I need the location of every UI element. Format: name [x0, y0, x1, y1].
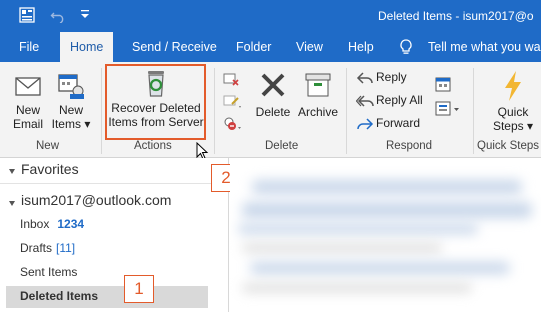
pane-divider: [0, 183, 229, 184]
new-items-button[interactable]: New Items ▾: [51, 72, 91, 131]
blurred-content: [250, 262, 510, 274]
blurred-content: [242, 244, 442, 252]
tab-home[interactable]: Home: [60, 32, 114, 62]
title-bar: Deleted Items - isum2017@o: [0, 0, 541, 32]
junk-icon[interactable]: [222, 114, 242, 135]
reply-all-button[interactable]: Reply All: [355, 90, 423, 110]
customize-toolbar-icon[interactable]: [80, 9, 90, 24]
quick-steps-label-1: Quick: [497, 105, 529, 119]
new-items-label-1: New: [58, 103, 83, 117]
group-label-delete: Delete: [265, 140, 299, 152]
collapse-arrow-icon[interactable]: [8, 197, 16, 211]
new-items-label-2: Items ▾: [51, 117, 91, 131]
blurred-content: [252, 180, 522, 194]
outlook-app-icon: [19, 7, 35, 26]
recover-highlight-box: [105, 64, 206, 140]
new-email-label-2: Email: [12, 117, 43, 131]
group-label-respond: Respond: [386, 140, 433, 152]
quick-steps-label-2: Steps ▾: [492, 119, 534, 133]
folder-drafts-label: Drafts: [20, 241, 53, 255]
new-email-icon: [14, 77, 42, 103]
tab-help[interactable]: Help: [348, 32, 374, 62]
tab-send-receive[interactable]: Send / Receive: [132, 32, 217, 62]
tab-folder[interactable]: Folder: [236, 32, 271, 62]
new-email-button[interactable]: New Email: [10, 72, 46, 131]
forward-arrow-icon: [357, 118, 374, 130]
delete-label: Delete: [255, 105, 291, 119]
lightbulb-icon: [399, 39, 413, 59]
group-separator: [473, 68, 474, 154]
folder-drafts[interactable]: Drafts [11]: [20, 241, 75, 255]
ribbon: New Email New Items ▾ New Recover Delete…: [0, 62, 541, 160]
tab-file[interactable]: File: [19, 32, 39, 62]
group-label-actions: Actions: [134, 140, 172, 152]
group-separator: [214, 68, 215, 154]
window-title: Deleted Items - isum2017@o: [378, 9, 534, 23]
clean-up-icon[interactable]: [222, 92, 242, 113]
reply-button[interactable]: Reply: [356, 67, 407, 87]
group-separator: [101, 68, 102, 154]
message-list-blurred: [230, 158, 541, 312]
archive-button[interactable]: Archive: [296, 70, 340, 119]
delete-x-icon: [258, 73, 288, 103]
step-callout-1: 1: [124, 275, 154, 303]
account-header[interactable]: isum2017@outlook.com: [21, 192, 171, 208]
unread-count: 1234: [57, 217, 85, 231]
forward-label: Forward: [376, 116, 421, 130]
ignore-icon[interactable]: [222, 70, 240, 91]
folder-pane: Favorites isum2017@outlook.com Inbox 1234…: [0, 158, 229, 312]
draft-count: [11]: [56, 241, 76, 255]
group-label-quick-steps: Quick Steps: [477, 140, 539, 152]
undo-icon[interactable]: [50, 7, 66, 26]
blurred-content: [242, 284, 472, 292]
tell-me-search[interactable]: Tell me what you wan: [428, 32, 541, 62]
tab-view[interactable]: View: [296, 32, 323, 62]
archive-icon: [303, 73, 333, 103]
reply-all-label: Reply All: [376, 93, 423, 107]
collapse-arrow-icon[interactable]: [8, 165, 16, 179]
blurred-content: [238, 224, 478, 234]
quick-steps-button[interactable]: Quick Steps ▾: [490, 70, 536, 133]
archive-label: Archive: [297, 105, 338, 119]
more-respond-icon[interactable]: [434, 100, 462, 121]
new-items-icon: [57, 74, 85, 103]
folder-deleted-items[interactable]: Deleted Items: [20, 289, 98, 303]
ribbon-tab-bar: File Home Send / Receive Folder View Hel…: [0, 32, 541, 62]
new-email-label-1: New: [15, 103, 40, 117]
folder-sent-items[interactable]: Sent Items: [20, 265, 77, 279]
blurred-content: [242, 202, 532, 218]
folder-inbox-label: Inbox: [20, 217, 50, 231]
reply-all-icon: [355, 95, 374, 107]
meeting-reply-icon[interactable]: [434, 76, 452, 97]
group-separator: [346, 68, 347, 154]
reply-label: Reply: [376, 70, 407, 84]
lightning-bolt-icon: [499, 71, 527, 105]
folder-inbox[interactable]: Inbox 1234: [20, 217, 84, 231]
favorites-header[interactable]: Favorites: [21, 161, 79, 177]
forward-button[interactable]: Forward: [356, 113, 420, 133]
delete-button[interactable]: Delete: [253, 70, 293, 119]
reply-icon: [356, 72, 373, 84]
group-label-new: New: [36, 140, 60, 152]
